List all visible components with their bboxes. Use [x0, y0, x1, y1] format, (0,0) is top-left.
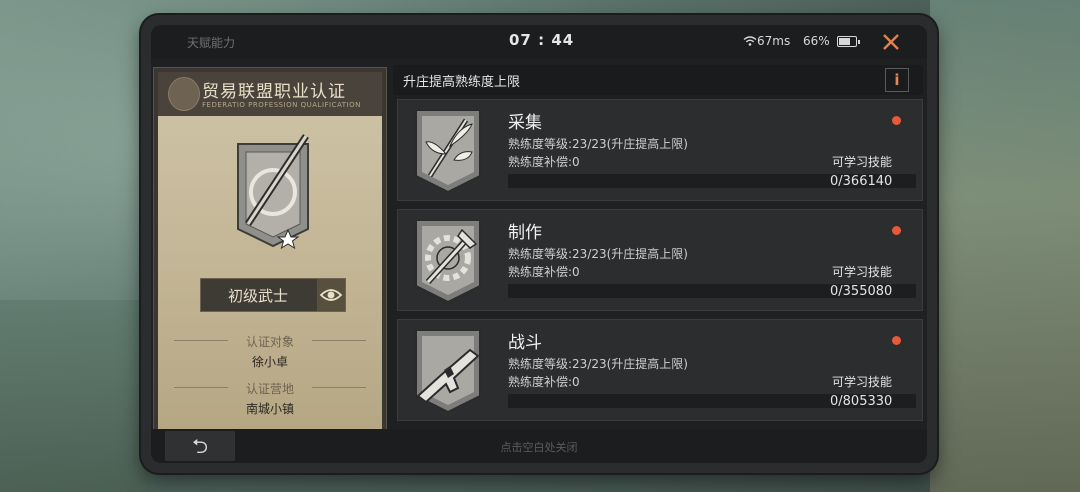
card-title: 贸易联盟职业认证 — [202, 82, 346, 102]
card-subtitle: FEDERATIO PROFESSION QUALIFICATION — [202, 101, 361, 109]
base-label: 认证营地 — [245, 382, 294, 396]
skill-compensation: 熟练度补偿:0 — [508, 265, 580, 279]
battery-percent: 66% — [803, 34, 830, 48]
gather-icon — [415, 109, 481, 194]
skill-name: 战斗 — [508, 333, 542, 353]
panel-title: 升庄提高熟练度上限 — [403, 75, 521, 90]
warrior-emblem-icon — [237, 134, 309, 250]
skill-level: 熟练度等级:23/23(升庄提高上限) — [508, 137, 688, 151]
wifi-icon — [743, 36, 757, 46]
ping-indicator: 67ms — [743, 34, 790, 48]
skill-progress-value: 0/805330 — [830, 394, 893, 409]
craft-icon — [415, 219, 481, 304]
target-label: 认证对象 — [245, 335, 294, 349]
skill-row-gather[interactable]: 采集 熟练度等级:23/23(升庄提高上限) 熟练度补偿:0 可学习技能 0/3… — [397, 99, 923, 201]
learnable-skill-label: 可学习技能 — [832, 155, 893, 169]
skill-compensation: 熟练度补偿:0 — [508, 375, 580, 389]
skill-compensation: 熟练度补偿:0 — [508, 155, 580, 169]
background-right — [930, 0, 1080, 492]
notification-dot — [892, 336, 901, 345]
ping-value: 67ms — [757, 34, 791, 48]
skill-level: 熟练度等级:23/23(升庄提高上限) — [508, 247, 688, 261]
base-value: 南城小镇 — [245, 402, 294, 416]
close-button[interactable] — [877, 28, 905, 56]
clock: 07 : 44 — [509, 31, 575, 49]
bottom-bar: ⮌ 点击空白处关闭 — [151, 429, 927, 463]
rank-label: 初级武士 — [227, 287, 288, 305]
close-hint: 点击空白处关闭 — [500, 441, 578, 454]
status-bar: 天赋能力 07 : 44 67ms 66% — [151, 25, 927, 59]
notification-dot — [892, 226, 901, 235]
target-value: 徐小卓 — [251, 355, 288, 369]
eye-icon — [319, 289, 343, 301]
skill-name: 制作 — [508, 223, 542, 243]
battery-icon — [837, 36, 860, 47]
skill-progress-value: 0/366140 — [830, 174, 893, 189]
background-left — [0, 300, 150, 492]
panel-header: 升庄提高熟练度上限 i — [393, 65, 923, 95]
window-body: 天赋能力 07 : 44 67ms 66% 贸易联盟职业认证 FEDERATIO… — [151, 25, 927, 463]
federation-logo-icon — [168, 77, 200, 111]
skill-row-craft[interactable]: 制作 熟练度等级:23/23(升庄提高上限) 熟练度补偿:0 可学习技能 0/3… — [397, 209, 923, 311]
learnable-skill-label: 可学习技能 — [832, 375, 893, 389]
window-title: 天赋能力 — [187, 36, 236, 50]
skill-row-combat[interactable]: 战斗 熟练度等级:23/23(升庄提高上限) 熟练度补偿:0 可学习技能 0/8… — [397, 319, 923, 421]
combat-icon — [415, 329, 481, 414]
talent-window: 天赋能力 07 : 44 67ms 66% 贸易联盟职业认证 FEDERATIO… — [141, 15, 937, 473]
skill-level: 熟练度等级:23/23(升庄提高上限) — [508, 357, 688, 371]
learnable-skill-label: 可学习技能 — [832, 265, 893, 279]
card-body: 贸易联盟职业认证 FEDERATIO PROFESSION QUALIFICAT… — [158, 72, 382, 440]
info-button[interactable]: i — [885, 68, 909, 92]
notification-dot — [892, 116, 901, 125]
skill-progress-value: 0/355080 — [830, 284, 893, 299]
rank-badge: 初级武士 — [200, 278, 346, 312]
certification-card: 贸易联盟职业认证 FEDERATIO PROFESSION QUALIFICAT… — [153, 67, 387, 445]
view-rank-button[interactable] — [317, 279, 345, 311]
card-header: 贸易联盟职业认证 FEDERATIO PROFESSION QUALIFICAT… — [158, 72, 382, 116]
close-icon — [883, 34, 899, 50]
skill-name: 采集 — [508, 113, 542, 133]
